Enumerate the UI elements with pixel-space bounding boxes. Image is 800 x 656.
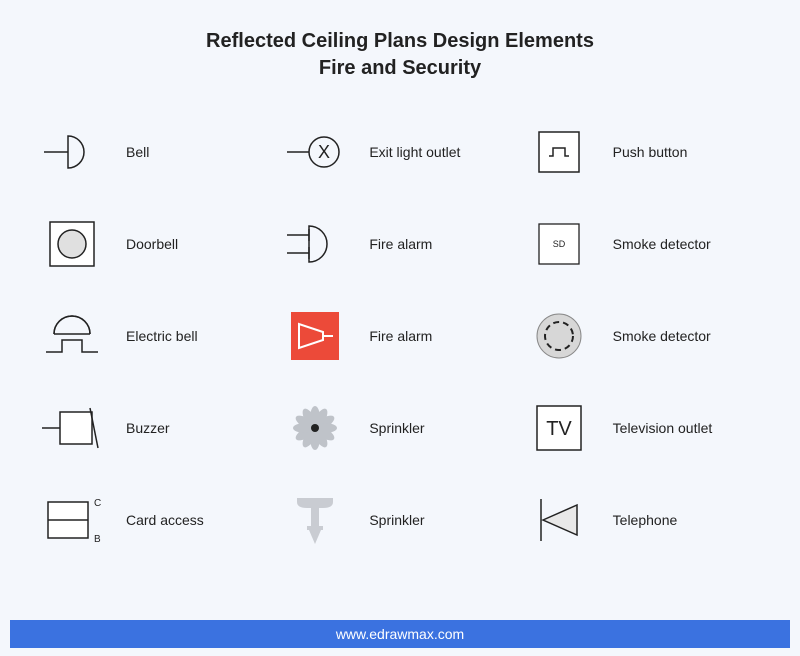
page-title-block: Reflected Ceiling Plans Design Elements …: [0, 0, 800, 92]
cell-television-outlet: TV Television outlet: [527, 396, 760, 460]
cell-bell: Bell: [40, 120, 273, 184]
symbol-grid: Bell X Exit light outlet Push button: [0, 92, 800, 562]
smoke-detector-ring-icon: [527, 304, 591, 368]
smoke-detector-sd-icon: SD: [527, 212, 591, 276]
cell-smoke-detector-ring: Smoke detector: [527, 304, 760, 368]
sd-text: SD: [552, 239, 565, 249]
card-access-icon: C B: [40, 488, 104, 552]
svg-text:X: X: [318, 142, 330, 162]
fire-alarm-red-label: Fire alarm: [369, 328, 432, 344]
cell-sprinkler-flower: Sprinkler: [283, 396, 516, 460]
cell-fire-alarm-red: Fire alarm: [283, 304, 516, 368]
electric-bell-icon: [40, 304, 104, 368]
footer-url: www.edrawmax.com: [336, 626, 464, 642]
smoke-detector-sd-label: Smoke detector: [613, 236, 711, 252]
fire-alarm-icon: [283, 212, 347, 276]
buzzer-label: Buzzer: [126, 420, 170, 436]
svg-text:TV: TV: [546, 418, 572, 440]
bell-icon: [40, 120, 104, 184]
television-outlet-icon: TV: [527, 396, 591, 460]
cell-doorbell: Doorbell: [40, 212, 273, 276]
cell-fire-alarm: Fire alarm: [283, 212, 516, 276]
footer-bar: www.edrawmax.com: [10, 620, 790, 648]
cell-electric-bell: Electric bell: [40, 304, 273, 368]
television-outlet-label: Television outlet: [613, 420, 713, 436]
cell-card-access: C B Card access: [40, 488, 273, 552]
cell-buzzer: Buzzer: [40, 396, 273, 460]
svg-text:B: B: [94, 534, 101, 545]
card-access-label: Card access: [126, 512, 204, 528]
telephone-icon: [527, 488, 591, 552]
cell-sprinkler-head: Sprinkler: [283, 488, 516, 552]
buzzer-icon: [40, 396, 104, 460]
cell-push-button: Push button: [527, 120, 760, 184]
bell-label: Bell: [126, 144, 149, 160]
title-line-2: Fire and Security: [319, 57, 481, 79]
cell-exit-light-outlet: X Exit light outlet: [283, 120, 516, 184]
cell-telephone: Telephone: [527, 488, 760, 552]
exit-light-outlet-icon: X: [283, 120, 347, 184]
exit-light-outlet-label: Exit light outlet: [369, 144, 460, 160]
fire-alarm-red-icon: [283, 304, 347, 368]
title-line-1: Reflected Ceiling Plans Design Elements: [206, 30, 594, 52]
doorbell-label: Doorbell: [126, 236, 178, 252]
doorbell-icon: [40, 212, 104, 276]
sprinkler-head-icon: [283, 488, 347, 552]
sprinkler-flower-label: Sprinkler: [369, 420, 424, 436]
push-button-icon: [527, 120, 591, 184]
cell-smoke-detector-sd: SD Smoke detector: [527, 212, 760, 276]
sprinkler-flower-icon: [283, 396, 347, 460]
smoke-detector-ring-label: Smoke detector: [613, 328, 711, 344]
telephone-label: Telephone: [613, 512, 678, 528]
electric-bell-label: Electric bell: [126, 328, 198, 344]
sprinkler-head-label: Sprinkler: [369, 512, 424, 528]
push-button-label: Push button: [613, 144, 688, 160]
fire-alarm-label: Fire alarm: [369, 236, 432, 252]
svg-text:C: C: [94, 498, 101, 509]
